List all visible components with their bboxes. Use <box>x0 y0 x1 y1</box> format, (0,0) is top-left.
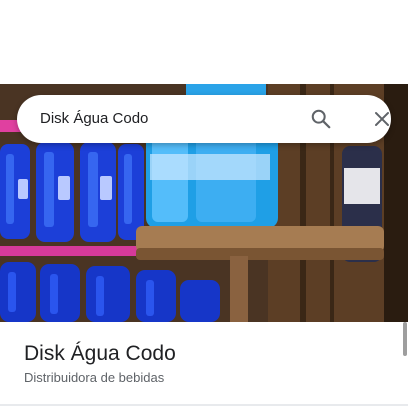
place-info-panel: Disk Água Codo Distribuidora de bebidas <box>0 322 408 406</box>
scrollbar-thumb[interactable] <box>403 322 407 356</box>
search-bar[interactable]: Disk Água Codo <box>17 95 391 143</box>
search-icon <box>311 109 331 129</box>
search-input[interactable]: Disk Água Codo <box>40 95 148 143</box>
close-button[interactable] <box>364 101 400 137</box>
search-button[interactable] <box>303 101 339 137</box>
place-category: Distribuidora de bebidas <box>24 370 165 385</box>
close-icon <box>375 112 389 126</box>
place-title: Disk Água Codo <box>24 342 176 365</box>
top-blank-area <box>0 0 408 84</box>
